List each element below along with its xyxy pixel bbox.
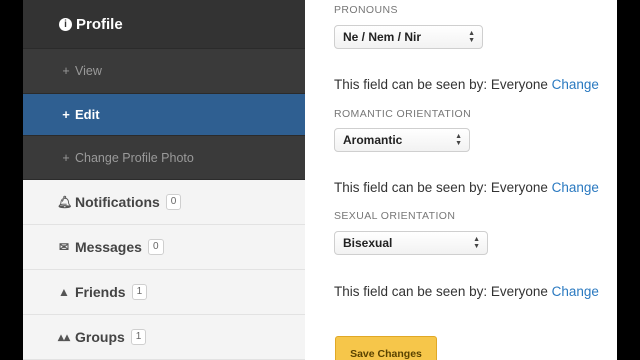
page: i Profile + View + Edit + Change Profile… (23, 0, 617, 360)
count-badge: 0 (147, 239, 164, 255)
romantic-orientation-label: ROMANTIC ORIENTATION (334, 108, 472, 120)
sexual-visibility: This field can be seen by: Everyone Chan… (334, 284, 599, 299)
sidebar: i Profile + View + Edit + Change Profile… (23, 0, 305, 360)
sidebar-item-label: Messages (75, 239, 142, 255)
info-icon: i (59, 17, 72, 31)
visibility-text: This field can be seen by: Everyone (334, 284, 548, 299)
change-visibility-link[interactable]: Change (552, 284, 599, 299)
count-badge: 1 (130, 329, 147, 345)
sidebar-item-label: Notifications (75, 194, 160, 210)
plus-icon: + (62, 150, 70, 165)
sexual-orientation-select[interactable]: Bisexual ▲ ▼ (334, 231, 488, 255)
users-icon: ▴▴ (57, 330, 71, 344)
sidebar-item-label: View (75, 64, 102, 78)
sidebar-item-friends[interactable]: ▲ Friends 1 (23, 270, 305, 315)
bell-icon: 🔔︎ (57, 195, 73, 209)
profile-edit-form: PRONOUNS Ne / Nem / Nir ▲ ▼ This field ca… (305, 0, 617, 360)
select-arrows-icon: ▲ ▼ (473, 236, 480, 250)
change-visibility-link[interactable]: Change (552, 180, 599, 195)
sidebar-item-label: Friends (75, 284, 126, 300)
sidebar-item-groups[interactable]: ▴▴ Groups 1 (23, 315, 305, 360)
sidebar-item-view[interactable]: + View (23, 49, 305, 94)
pronouns-label: PRONOUNS (334, 4, 398, 16)
sexual-orientation-label: SEXUAL ORIENTATION (334, 210, 456, 222)
count-badge: 1 (131, 284, 148, 300)
visibility-text: This field can be seen by: Everyone (334, 77, 548, 92)
pronouns-visibility: This field can be seen by: Everyone Chan… (334, 77, 599, 92)
plus-icon: + (62, 107, 70, 122)
sidebar-item-messages[interactable]: ✉︎ Messages 0 (23, 225, 305, 270)
sidebar-item-label: Groups (75, 329, 125, 345)
romantic-visibility: This field can be seen by: Everyone Chan… (334, 180, 599, 195)
visibility-text: This field can be seen by: Everyone (334, 180, 548, 195)
envelope-icon: ✉︎ (58, 240, 70, 254)
sidebar-item-label: Edit (75, 107, 100, 122)
sidebar-item-edit[interactable]: + Edit (23, 94, 305, 136)
sidebar-item-notifications[interactable]: 🔔︎ Notifications 0 (23, 180, 305, 225)
change-visibility-link[interactable]: Change (552, 77, 599, 92)
pronouns-value: Ne / Nem / Nir (343, 30, 422, 44)
sidebar-profile-header[interactable]: i Profile (23, 0, 305, 49)
plus-icon: + (62, 64, 70, 78)
save-changes-button[interactable]: Save Changes (335, 336, 437, 360)
user-icon: ▲ (58, 285, 70, 299)
count-badge: 0 (165, 194, 182, 210)
pronouns-select[interactable]: Ne / Nem / Nir ▲ ▼ (334, 25, 483, 49)
sidebar-profile-label: Profile (76, 15, 123, 33)
sexual-orientation-value: Bisexual (343, 236, 393, 250)
sidebar-item-change-photo[interactable]: + Change Profile Photo (23, 136, 305, 180)
romantic-orientation-select[interactable]: Aromantic ▲ ▼ (334, 128, 470, 152)
select-arrows-icon: ▲ ▼ (455, 133, 462, 147)
sidebar-item-label: Change Profile Photo (75, 150, 194, 165)
select-arrows-icon: ▲ ▼ (468, 30, 475, 44)
romantic-orientation-value: Aromantic (343, 133, 403, 147)
